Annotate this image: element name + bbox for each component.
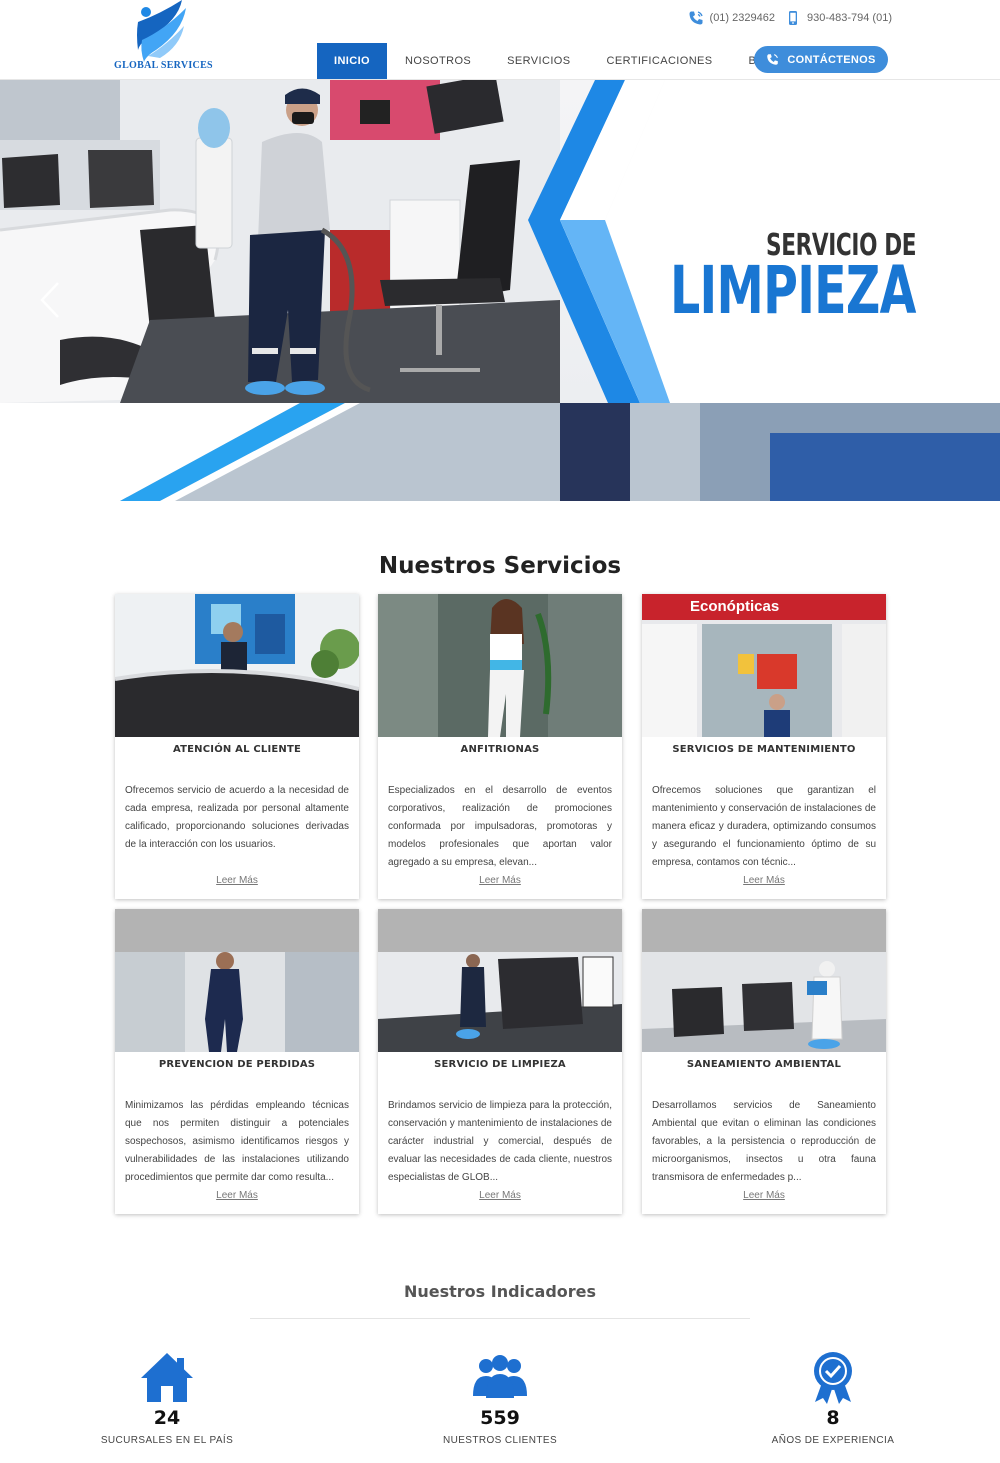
service-title: ANFITRIONAS [460, 744, 540, 755]
nav-item-certificaciones[interactable]: CERTIFICACIONES [588, 43, 730, 79]
service-title: SERVICIOS DE MANTENIMIENTO [672, 744, 856, 755]
service-image [378, 594, 622, 737]
indicator-label: AÑOS DE EXPERIENCIA [771, 1435, 895, 1446]
service-description: Desarrollamos servicios de Saneamiento A… [652, 1100, 876, 1183]
phone-number[interactable]: (01) 2329462 [710, 12, 775, 24]
indicator-value: 24 [153, 1407, 181, 1429]
service-card-mantenimiento[interactable]: Econópticas SERVICIOS DE MANTENIMIENTO O… [642, 594, 886, 899]
hero-title: LIMPIEZA [670, 252, 916, 329]
indicator-sucursales: 24 SUCURSALES EN EL PAÍS [67, 1350, 267, 1446]
read-more-link[interactable]: Leer Más [642, 1190, 886, 1201]
store-sign-text: Econópticas [690, 598, 779, 615]
indicators-divider [250, 1318, 750, 1319]
service-image: Econópticas [642, 594, 886, 737]
service-image [115, 909, 359, 1052]
service-title: ATENCIÓN AL CLIENTE [172, 744, 302, 755]
service-title: PREVENCION DE PERDIDAS [158, 1059, 316, 1070]
nav-item-nosotros[interactable]: NOSOTROS [387, 43, 489, 79]
service-description: Ofrecemos soluciones que garantizan el m… [652, 785, 876, 868]
service-description: Ofrecemos servicio de acuerdo a la neces… [125, 785, 349, 850]
indicator-clientes: 559 NUESTROS CLIENTES [400, 1350, 600, 1446]
service-description: Brindamos servicio de limpieza para la p… [388, 1100, 612, 1183]
indicator-experiencia: 8 AÑOS DE EXPERIENCIA [733, 1350, 933, 1446]
indicator-value: 8 [826, 1407, 840, 1429]
service-title: SANEAMIENTO AMBIENTAL [686, 1059, 842, 1070]
read-more-link[interactable]: Leer Más [115, 1190, 359, 1201]
read-more-link[interactable]: Leer Más [378, 875, 622, 886]
read-more-link[interactable]: Leer Más [378, 1190, 622, 1201]
phone-icon [767, 54, 779, 65]
site-header: GLOBAL SERVICES (01) 2329462 930-483-794… [0, 0, 1000, 80]
read-more-link[interactable]: Leer Más [115, 875, 359, 886]
main-nav: INICIO NOSOTROS SERVICIOS CERTIFICACIONE… [317, 43, 799, 79]
phone-icon [689, 11, 703, 25]
indicator-value: 559 [480, 1407, 520, 1429]
service-description: Minimizamos las pérdidas empleando técni… [125, 1100, 349, 1183]
hero-slider: SERVICIO DE LIMPIEZA [0, 80, 1000, 501]
service-card-atencion[interactable]: ATENCIÓN AL CLIENTE Ofrecemos servicio d… [115, 594, 359, 899]
contact-button-label: CONTÁCTENOS [787, 53, 876, 66]
contact-button[interactable]: CONTÁCTENOS [754, 46, 888, 73]
service-card-limpieza[interactable]: SERVICIO DE LIMPIEZA Brindamos servicio … [378, 909, 622, 1214]
nav-item-inicio[interactable]: INICIO [317, 43, 388, 79]
service-description: Especializados en el desarrollo de event… [388, 785, 612, 868]
service-card-saneamiento[interactable]: SANEAMIENTO AMBIENTAL Desarrollamos serv… [642, 909, 886, 1214]
users-icon [473, 1355, 527, 1398]
indicator-label: NUESTROS CLIENTES [442, 1435, 558, 1446]
services-title: Nuestros Servicios [378, 553, 622, 579]
nav-item-servicios[interactable]: SERVICIOS [489, 43, 588, 79]
service-image [115, 594, 359, 737]
service-image [642, 909, 886, 1052]
mobile-number[interactable]: 930-483-794 (01) [807, 12, 892, 24]
indicator-label: SUCURSALES EN EL PAÍS [100, 1435, 234, 1446]
indicators-title: Nuestros Indicadores [403, 1282, 597, 1301]
top-contact-bar: (01) 2329462 930-483-794 (01) [688, 10, 892, 26]
read-more-link[interactable]: Leer Más [642, 875, 886, 886]
house-icon [141, 1353, 193, 1402]
hero-photo-lower [0, 403, 1000, 501]
service-card-anfitrionas[interactable]: ANFITRIONAS Especializados en el desarro… [378, 594, 622, 899]
hero-lower-illustration [0, 403, 1000, 501]
mobile-icon [788, 11, 797, 25]
service-image [378, 909, 622, 1052]
award-badge-icon [814, 1352, 852, 1404]
service-card-prevencion[interactable]: PREVENCION DE PERDIDAS Minimizamos las p… [115, 909, 359, 1214]
slider-prev-arrow-icon[interactable] [38, 280, 62, 320]
service-title: SERVICIO DE LIMPIEZA [434, 1059, 566, 1070]
brand-name: GLOBAL SERVICES [114, 60, 213, 71]
